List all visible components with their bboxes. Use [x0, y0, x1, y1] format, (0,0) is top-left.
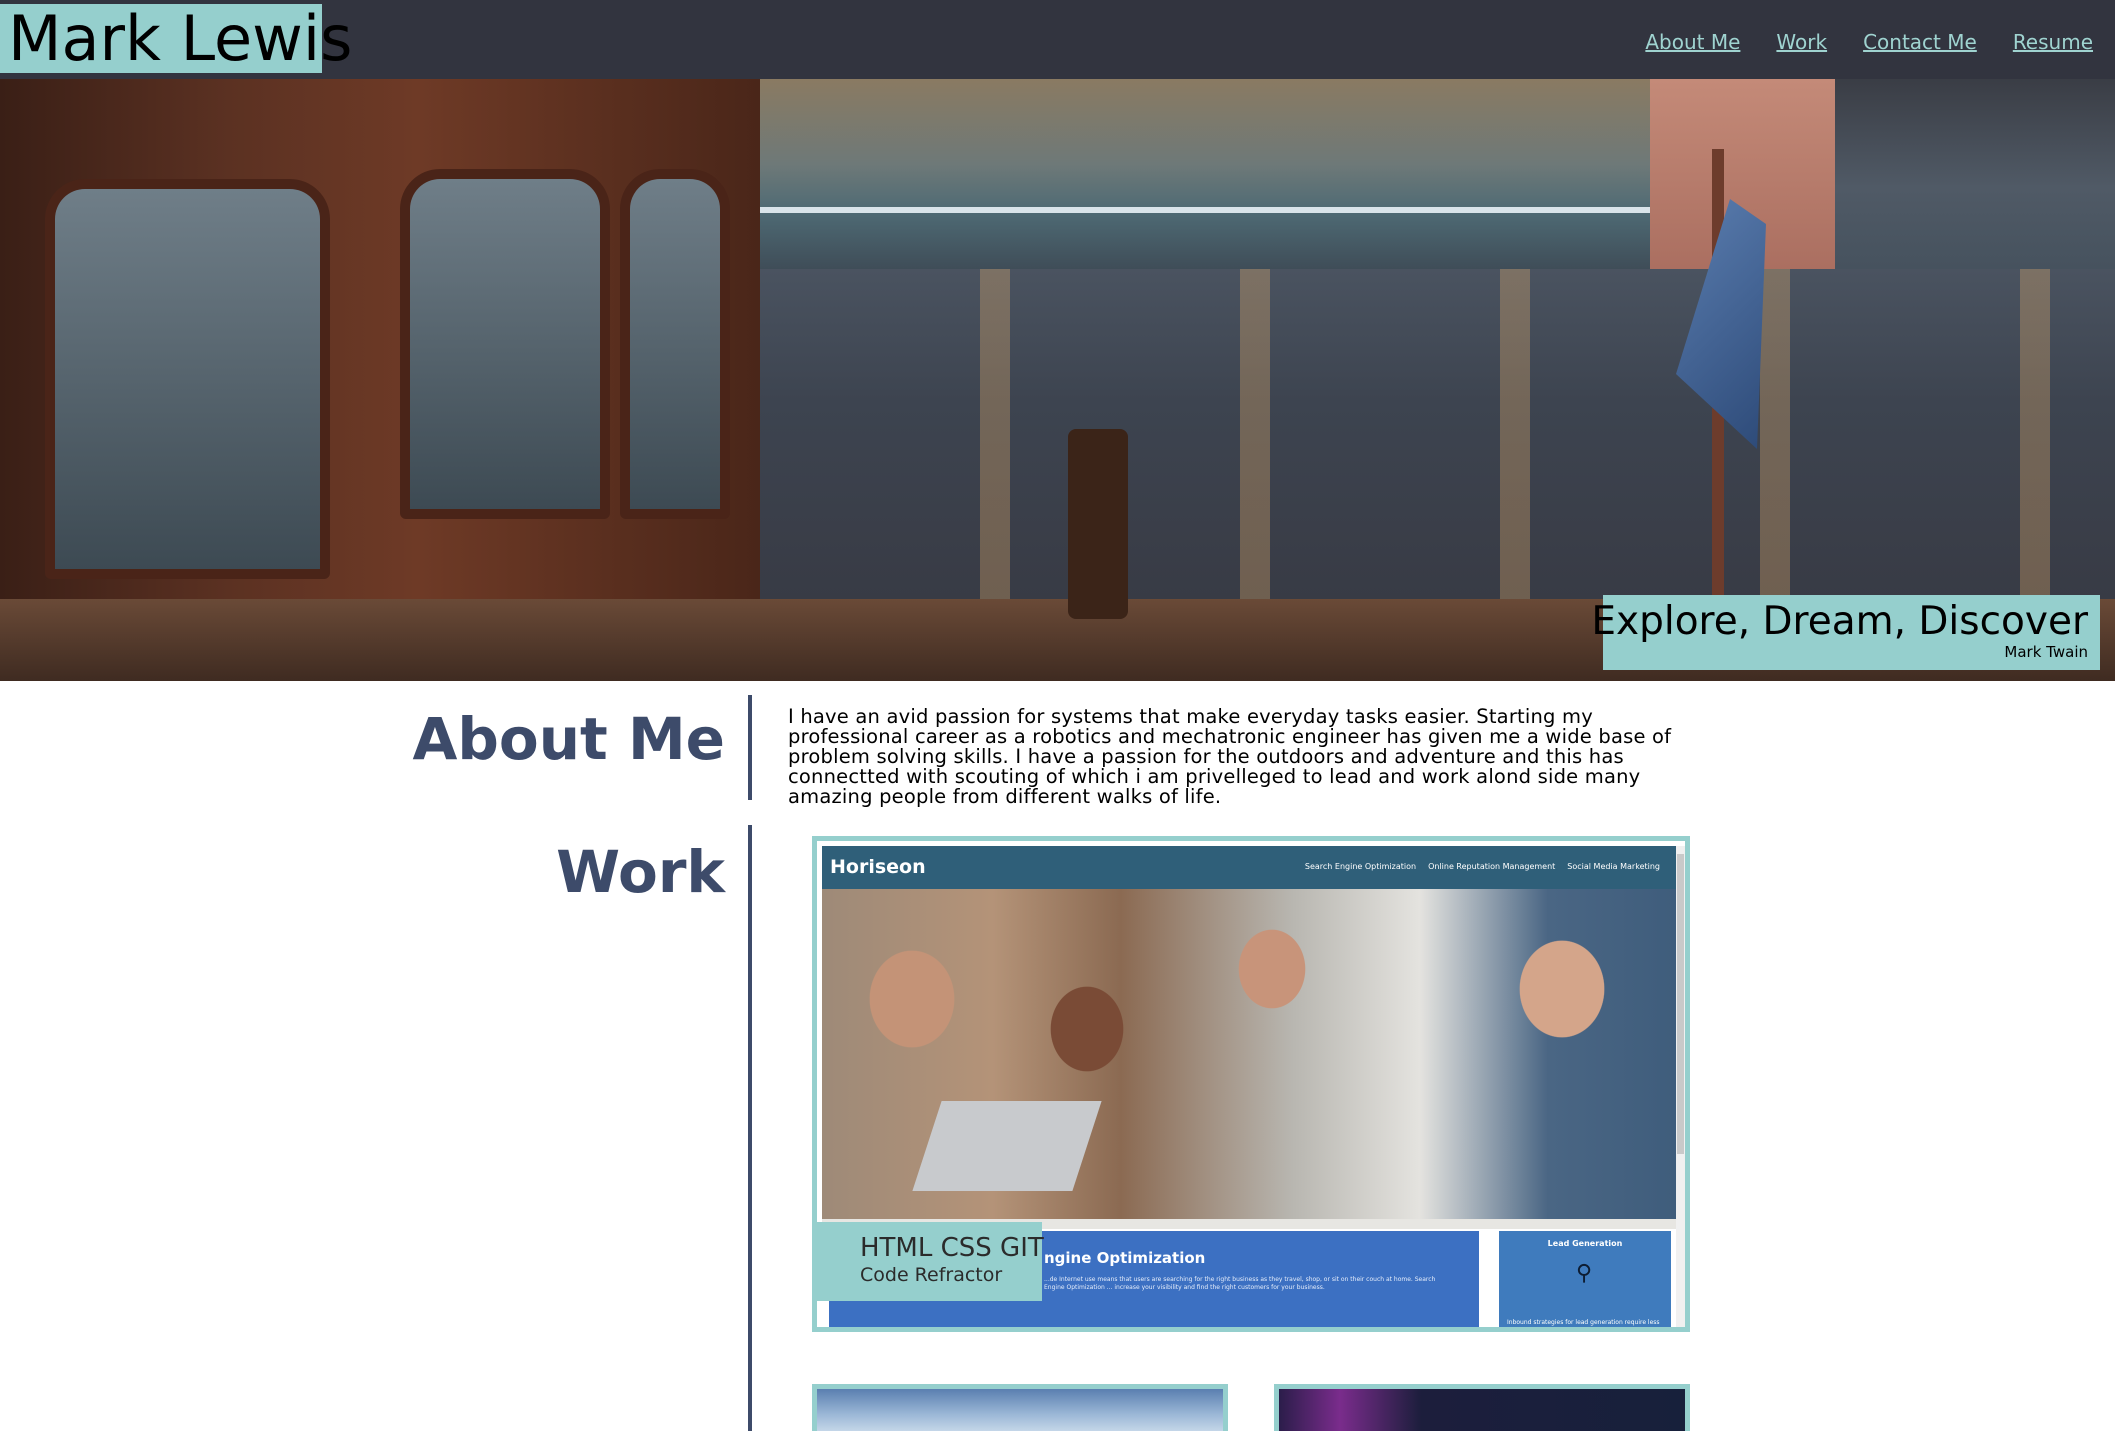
hero-image — [0, 79, 2115, 681]
project-caption-title: HTML CSS GIT — [860, 1233, 1044, 1263]
screenshot-nav-links: Search Engine Optimization Online Reputa… — [1305, 862, 1660, 871]
boat-window — [400, 169, 610, 519]
project-card-2[interactable] — [812, 1384, 1228, 1431]
screenshot-sidebar-block: Lead Generation ⚲ Inbound strategies for… — [1499, 1231, 1671, 1332]
nav-link-work[interactable]: Work — [1776, 30, 1827, 54]
featured-project-caption[interactable]: HTML CSS GIT Code Refractor — [812, 1222, 1044, 1301]
screenshot-nav-link: Search Engine Optimization — [1304, 862, 1417, 871]
screenshot-nav-link: Online Reputation Management — [1428, 862, 1556, 871]
hero-boat — [0, 79, 760, 681]
lightbulb-icon: ⚲ — [1576, 1261, 1593, 1286]
quote-text: Explore, Dream, Discover — [1591, 599, 2088, 644]
screenshot-nav-link: Social Media Marketing — [1567, 862, 1660, 871]
about-heading: About Me — [412, 705, 725, 773]
boat-window — [45, 179, 330, 579]
screenshot-scrollbar-thumb — [1677, 854, 1684, 1154]
nav-link-about-me[interactable]: About Me — [1645, 30, 1740, 54]
screenshot-hero-photo — [822, 889, 1676, 1219]
hero-railing — [690, 207, 1650, 213]
main-nav: About Me Work Contact Me Resume — [1645, 30, 2093, 54]
about-divider — [748, 695, 752, 800]
hero-water — [600, 269, 2115, 599]
screenshot-section-text: ...de Internet use means that users are … — [1044, 1276, 1436, 1291]
screenshot-scrollbar — [1676, 846, 1685, 1327]
hero-mooring-post — [1068, 429, 1128, 619]
screenshot-laptop — [912, 1101, 1102, 1191]
about-text: I have an avid passion for systems that … — [788, 705, 1672, 808]
site-header: Mark Lewis About Me Work Contact Me Resu… — [0, 0, 2115, 79]
screenshot-sidebar-title: Lead Generation — [1547, 1239, 1623, 1248]
work-divider — [748, 825, 752, 1431]
screenshot-navbar: Horiseon Search Engine Optimization Onli… — [822, 846, 1676, 889]
hero-quote: Explore, Dream, Discover Mark Twain — [1591, 595, 2100, 670]
screenshot-sidebar-text: Inbound strategies for lead generation r… — [1507, 1319, 1662, 1332]
nav-link-contact-me[interactable]: Contact Me — [1863, 30, 1977, 54]
screenshot-logo: Horiseon — [830, 856, 926, 878]
screenshot-section-title: ngine Optimization — [1044, 1249, 1206, 1267]
site-name[interactable]: Mark Lewis — [0, 4, 352, 73]
work-heading: Work — [556, 838, 725, 906]
quote-author: Mark Twain — [2004, 643, 2088, 661]
hero-building — [690, 79, 1650, 269]
nav-link-resume[interactable]: Resume — [2013, 30, 2093, 54]
boat-window — [620, 169, 730, 519]
project-caption-subtitle: Code Refractor — [860, 1264, 1003, 1286]
project-card-3[interactable] — [1274, 1384, 1690, 1431]
